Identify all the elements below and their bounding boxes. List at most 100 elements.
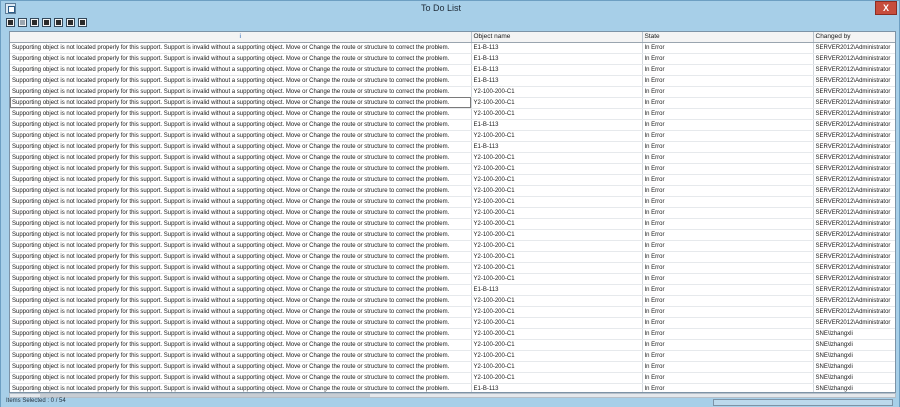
message-cell[interactable]: Supporting object is not located properl…	[10, 42, 472, 54]
message-cell[interactable]: Supporting object is not located properl…	[10, 273, 472, 285]
message-cell[interactable]: Supporting object is not located properl…	[10, 328, 472, 340]
state-cell[interactable]: In Error	[642, 295, 814, 307]
object-name-cell[interactable]: E1-B-113	[471, 119, 643, 131]
changed-by-cell[interactable]: SNE\lzhangxli	[813, 372, 895, 384]
changed-by-cell[interactable]: SERVER2012\Administrator	[813, 86, 895, 98]
state-cell[interactable]: In Error	[642, 328, 814, 340]
changed-by-cell[interactable]: SERVER2012\Administrator	[813, 152, 895, 164]
object-name-cell[interactable]: Y2-100-200-C1	[471, 361, 643, 373]
message-cell[interactable]: Supporting object is not located properl…	[10, 383, 472, 392]
print-icon[interactable]	[78, 18, 87, 27]
table-row[interactable]: Supporting object is not located properl…	[10, 240, 895, 252]
object-name-cell[interactable]: Y2-100-200-C1	[471, 130, 643, 142]
message-cell[interactable]: Supporting object is not located properl…	[10, 86, 472, 98]
table-row[interactable]: Supporting object is not located properl…	[10, 108, 895, 120]
changed-by-cell[interactable]: SERVER2012\Administrator	[813, 273, 895, 285]
message-cell[interactable]: Supporting object is not located properl…	[10, 262, 472, 274]
table-row[interactable]: Supporting object is not located properl…	[10, 152, 895, 164]
object-name-cell[interactable]: Y2-100-200-C1	[471, 262, 643, 274]
message-cell[interactable]: Supporting object is not located properl…	[10, 240, 472, 252]
changed-by-cell[interactable]: SERVER2012\Administrator	[813, 163, 895, 175]
message-cell[interactable]: Supporting object is not located properl…	[10, 163, 472, 175]
changed-by-cell[interactable]: SERVER2012\Administrator	[813, 262, 895, 274]
table-row[interactable]: Supporting object is not located properl…	[10, 163, 895, 175]
object-name-cell[interactable]: Y2-100-200-C1	[471, 306, 643, 318]
list-view-icon[interactable]	[18, 18, 27, 27]
column-header-changed-by[interactable]: Changed by	[813, 32, 895, 43]
state-cell[interactable]: In Error	[642, 284, 814, 296]
filter-b-icon[interactable]	[42, 18, 51, 27]
table-row[interactable]: Supporting object is not located properl…	[10, 383, 895, 392]
message-cell[interactable]: Supporting object is not located properl…	[10, 361, 472, 373]
changed-by-cell[interactable]: SERVER2012\Administrator	[813, 130, 895, 142]
filter-c-icon[interactable]	[54, 18, 63, 27]
table-row[interactable]: Supporting object is not located properl…	[10, 229, 895, 241]
table-row[interactable]: Supporting object is not located properl…	[10, 317, 895, 329]
table-row[interactable]: Supporting object is not located properl…	[10, 328, 895, 340]
column-header-object-name[interactable]: Object name	[471, 32, 643, 43]
filter-d-icon[interactable]	[66, 18, 75, 27]
object-name-cell[interactable]: Y2-100-200-C1	[471, 229, 643, 241]
state-cell[interactable]: In Error	[642, 174, 814, 186]
table-row[interactable]: Supporting object is not located properl…	[10, 174, 895, 186]
state-cell[interactable]: In Error	[642, 262, 814, 274]
table-row[interactable]: Supporting object is not located properl…	[10, 218, 895, 230]
changed-by-cell[interactable]: SERVER2012\Administrator	[813, 174, 895, 186]
changed-by-cell[interactable]: SERVER2012\Administrator	[813, 295, 895, 307]
table-row[interactable]: Supporting object is not located properl…	[10, 86, 895, 98]
object-name-cell[interactable]: Y2-100-200-C1	[471, 372, 643, 384]
changed-by-cell[interactable]: SERVER2012\Administrator	[813, 196, 895, 208]
table-row[interactable]: Supporting object is not located properl…	[10, 196, 895, 208]
object-name-cell[interactable]: Y2-100-200-C1	[471, 273, 643, 285]
changed-by-cell[interactable]: SERVER2012\Administrator	[813, 75, 895, 87]
message-cell[interactable]: Supporting object is not located properl…	[10, 130, 472, 142]
table-row[interactable]: Supporting object is not located properl…	[10, 295, 895, 307]
changed-by-cell[interactable]: SNE\lzhangxli	[813, 350, 895, 362]
table-row[interactable]: Supporting object is not located properl…	[10, 53, 895, 65]
state-cell[interactable]: In Error	[642, 185, 814, 197]
table-row[interactable]: Supporting object is not located properl…	[10, 251, 895, 263]
object-name-cell[interactable]: Y2-100-200-C1	[471, 97, 643, 109]
changed-by-cell[interactable]: SERVER2012\Administrator	[813, 53, 895, 65]
table-row[interactable]: Supporting object is not located properl…	[10, 119, 895, 131]
scrollbar-thumb[interactable]	[40, 394, 370, 397]
state-cell[interactable]: In Error	[642, 97, 814, 109]
changed-by-cell[interactable]: SERVER2012\Administrator	[813, 218, 895, 230]
object-name-cell[interactable]: Y2-100-200-C1	[471, 295, 643, 307]
changed-by-cell[interactable]: SERVER2012\Administrator	[813, 141, 895, 153]
state-cell[interactable]: In Error	[642, 119, 814, 131]
message-cell[interactable]: Supporting object is not located properl…	[10, 174, 472, 186]
changed-by-cell[interactable]: SERVER2012\Administrator	[813, 240, 895, 252]
object-name-cell[interactable]: Y2-100-200-C1	[471, 196, 643, 208]
object-name-cell[interactable]: Y2-100-200-C1	[471, 339, 643, 351]
state-cell[interactable]: In Error	[642, 163, 814, 175]
table-row[interactable]: Supporting object is not located properl…	[10, 42, 895, 54]
object-name-cell[interactable]: E1-B-113	[471, 42, 643, 54]
message-cell[interactable]: Supporting object is not located properl…	[10, 339, 472, 351]
table-row[interactable]: Supporting object is not located properl…	[10, 141, 895, 153]
state-cell[interactable]: In Error	[642, 42, 814, 54]
message-cell[interactable]: Supporting object is not located properl…	[10, 317, 472, 329]
message-cell[interactable]: Supporting object is not located properl…	[10, 372, 472, 384]
state-cell[interactable]: In Error	[642, 141, 814, 153]
object-name-cell[interactable]: Y2-100-200-C1	[471, 174, 643, 186]
changed-by-cell[interactable]: SERVER2012\Administrator	[813, 306, 895, 318]
changed-by-cell[interactable]: SERVER2012\Administrator	[813, 229, 895, 241]
object-name-cell[interactable]: Y2-100-200-C1	[471, 86, 643, 98]
state-cell[interactable]: In Error	[642, 273, 814, 285]
column-header-info[interactable]: i	[10, 32, 472, 43]
table-row[interactable]: Supporting object is not located properl…	[10, 339, 895, 351]
message-cell[interactable]: Supporting object is not located properl…	[10, 119, 472, 131]
object-name-cell[interactable]: Y2-100-200-C1	[471, 218, 643, 230]
message-cell[interactable]: Supporting object is not located properl…	[10, 152, 472, 164]
message-cell[interactable]: Supporting object is not located properl…	[10, 97, 472, 109]
state-cell[interactable]: In Error	[642, 207, 814, 219]
table-row[interactable]: Supporting object is not located properl…	[10, 185, 895, 197]
state-cell[interactable]: In Error	[642, 75, 814, 87]
state-cell[interactable]: In Error	[642, 306, 814, 318]
object-name-cell[interactable]: E1-B-113	[471, 53, 643, 65]
object-name-cell[interactable]: E1-B-113	[471, 75, 643, 87]
state-cell[interactable]: In Error	[642, 350, 814, 362]
changed-by-cell[interactable]: SERVER2012\Administrator	[813, 251, 895, 263]
message-cell[interactable]: Supporting object is not located properl…	[10, 229, 472, 241]
